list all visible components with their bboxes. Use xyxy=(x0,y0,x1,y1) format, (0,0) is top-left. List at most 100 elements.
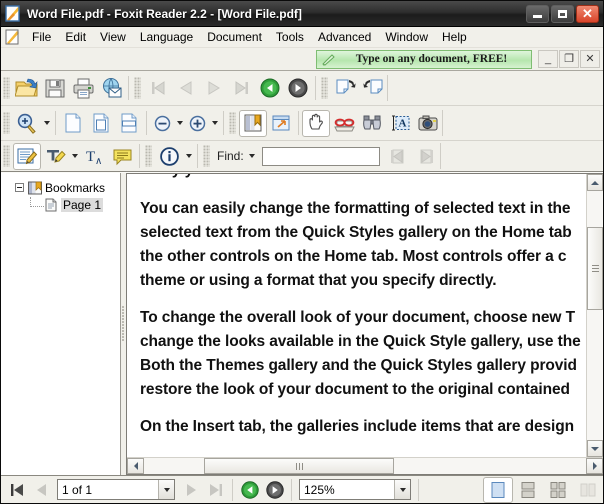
status-go-forward-button[interactable] xyxy=(262,478,287,502)
camera-icon-button[interactable] xyxy=(414,110,442,137)
clipped-text-line: many your controls on the Home tab. xyxy=(140,174,586,184)
next-page-button[interactable] xyxy=(200,75,228,102)
foxit-reader-window: Word File.pdf - Foxit Reader 2.2 - [Word… xyxy=(0,0,604,504)
find-next-button[interactable] xyxy=(412,143,440,170)
rotate-counterclockwise-button[interactable] xyxy=(359,75,387,102)
zoom-tool-button[interactable] xyxy=(13,110,41,137)
hand-tool-button[interactable] xyxy=(302,109,330,137)
document-info-button[interactable] xyxy=(155,143,183,170)
menu-edit[interactable]: Edit xyxy=(58,28,93,46)
zoom-out-dropdown[interactable] xyxy=(174,110,185,137)
menu-view[interactable]: View xyxy=(93,28,133,46)
last-page-button[interactable] xyxy=(228,75,256,102)
scroll-right-button[interactable] xyxy=(586,458,603,474)
zoom-out-button[interactable] xyxy=(150,110,174,137)
vertical-scroll-track[interactable] xyxy=(587,191,603,440)
facing-view-button[interactable] xyxy=(573,477,603,503)
single-page-view-button[interactable] xyxy=(483,476,513,503)
status-next-page-button[interactable] xyxy=(178,478,203,502)
zoom-level-combo[interactable]: 125% xyxy=(299,479,411,500)
go-forward-button[interactable] xyxy=(284,75,312,102)
menu-help[interactable]: Help xyxy=(435,28,474,46)
mdi-close-button[interactable]: ✕ xyxy=(580,50,600,68)
show-pages-panel-button[interactable] xyxy=(267,110,295,137)
toolbar-separator-rotate xyxy=(315,76,316,100)
zoom-level-value: 125% xyxy=(304,482,335,497)
previous-page-button[interactable] xyxy=(172,75,200,102)
zoom-tool-dropdown[interactable] xyxy=(41,110,52,137)
window-minimize-button[interactable] xyxy=(526,4,549,23)
mdi-minimize-button[interactable]: _ xyxy=(538,50,558,68)
document-row: many your controls on the Home tab. You … xyxy=(127,174,603,457)
highlight-dropdown[interactable] xyxy=(69,143,80,170)
continuous-facing-view-button[interactable] xyxy=(543,477,573,503)
menu-document[interactable]: Document xyxy=(200,28,269,46)
menu-tools[interactable]: Tools xyxy=(269,28,311,46)
menu-window[interactable]: Window xyxy=(378,28,435,46)
find-dropdown[interactable] xyxy=(247,143,258,170)
page-number-combo[interactable]: 1 of 1 xyxy=(57,479,175,500)
bookmark-item-page-1[interactable]: Page 1 xyxy=(5,196,120,213)
text-format-button[interactable]: T ∧ xyxy=(80,143,108,170)
horizontal-scrollbar[interactable] xyxy=(127,457,603,474)
typewriter-tool-button[interactable] xyxy=(13,142,41,170)
vertical-scrollbar[interactable] xyxy=(586,174,603,457)
svg-text:A: A xyxy=(399,118,407,130)
menu-advanced[interactable]: Advanced xyxy=(311,28,378,46)
email-button[interactable] xyxy=(97,75,125,102)
pdf-page[interactable]: many your controls on the Home tab. You … xyxy=(127,174,586,457)
status-go-back-button[interactable] xyxy=(237,478,262,502)
open-file-button[interactable] xyxy=(13,75,41,102)
find-input[interactable] xyxy=(261,146,380,166)
toolbar-grip-rotate[interactable] xyxy=(321,77,328,99)
menu-language[interactable]: Language xyxy=(133,28,200,46)
bookmarks-root-row[interactable]: Bookmarks xyxy=(5,179,120,196)
horizontal-scroll-thumb[interactable] xyxy=(204,458,394,474)
zoom-in-button[interactable] xyxy=(185,110,209,137)
first-page-button[interactable] xyxy=(144,75,172,102)
toolbar-grip-find[interactable] xyxy=(203,145,210,167)
toolbar-grip-info[interactable] xyxy=(145,145,152,167)
scroll-down-button[interactable] xyxy=(587,440,603,457)
scroll-up-button[interactable] xyxy=(587,174,603,191)
red-glasses-icon-button[interactable] xyxy=(330,110,358,137)
fit-width-button[interactable] xyxy=(115,110,143,137)
go-back-button[interactable] xyxy=(256,75,284,102)
toolbar-grip-zoom[interactable] xyxy=(3,112,10,134)
document-paragraph-1: You can easily change the formatting of … xyxy=(140,197,586,293)
continuous-view-button[interactable] xyxy=(513,477,543,503)
toolbar-grip[interactable] xyxy=(3,77,10,99)
status-last-page-button[interactable] xyxy=(203,478,228,502)
toolbar-grip-nav[interactable] xyxy=(134,77,141,99)
vertical-scroll-thumb[interactable] xyxy=(587,227,603,310)
select-text-button[interactable]: A xyxy=(386,110,414,137)
toolbar-grip-comment[interactable] xyxy=(3,145,10,167)
fit-page-button[interactable] xyxy=(87,110,115,137)
toolbar-separator xyxy=(128,76,129,100)
print-button[interactable] xyxy=(69,75,97,102)
status-previous-page-button[interactable] xyxy=(29,478,54,502)
zoom-combo-dropdown-button[interactable] xyxy=(394,480,410,499)
actual-size-button[interactable] xyxy=(59,110,87,137)
menu-file[interactable]: File xyxy=(25,28,58,46)
toolbar-grip-panels[interactable] xyxy=(229,112,236,134)
binoculars-icon-button[interactable] xyxy=(358,110,386,137)
scroll-left-button[interactable] xyxy=(127,458,144,474)
page-combo-dropdown-button[interactable] xyxy=(158,480,174,499)
mdi-restore-button[interactable]: ❐ xyxy=(559,50,579,68)
collapse-expander-icon[interactable] xyxy=(15,183,24,192)
file-toolbar xyxy=(1,71,603,106)
note-tool-button[interactable] xyxy=(108,143,136,170)
zoom-in-dropdown[interactable] xyxy=(209,110,220,137)
horizontal-scroll-track[interactable] xyxy=(144,458,586,474)
promo-banner[interactable]: Type on any document, FREE! xyxy=(316,49,532,69)
window-close-button[interactable]: ✕ xyxy=(576,4,599,23)
document-info-dropdown[interactable] xyxy=(183,143,194,170)
highlight-tool-button[interactable] xyxy=(41,143,69,170)
find-previous-button[interactable] xyxy=(384,143,412,170)
save-button[interactable] xyxy=(41,75,69,102)
window-maximize-button[interactable] xyxy=(551,4,574,23)
rotate-clockwise-button[interactable] xyxy=(331,75,359,102)
status-first-page-button[interactable] xyxy=(4,478,29,502)
show-bookmarks-panel-button[interactable] xyxy=(239,109,267,137)
